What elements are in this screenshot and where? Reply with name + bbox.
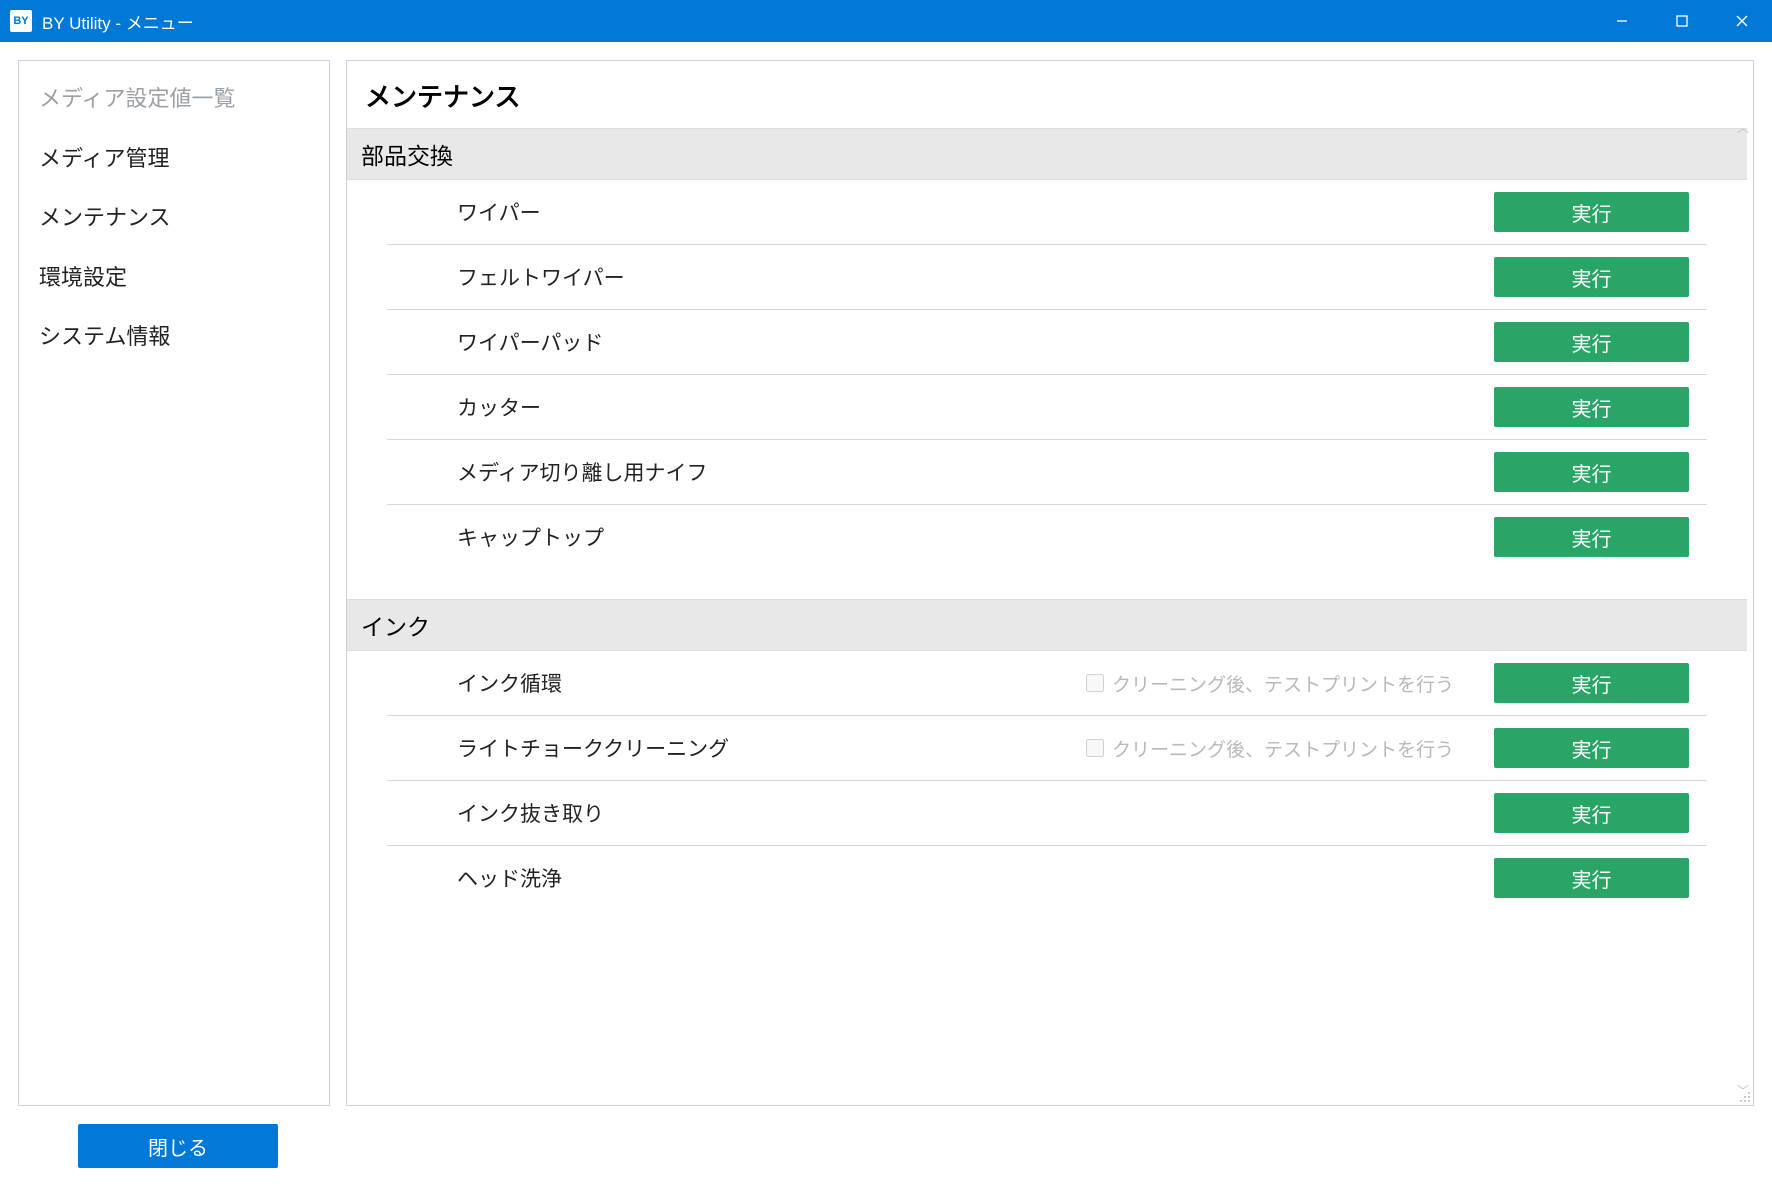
window-title: BY Utility - メニュー xyxy=(42,9,1592,34)
sidebar-item-preferences[interactable]: 環境設定 xyxy=(19,248,329,308)
content: メディア設定値一覧メディア管理メンテナンス環境設定システム情報 メンテナンス 部… xyxy=(0,42,1772,1124)
row-head-wash: ヘッド洗浄実行 xyxy=(387,846,1707,910)
row-head-wash-execute-button[interactable]: 実行 xyxy=(1494,858,1689,898)
row-light-choke-cleaning-checkbox-label: クリーニング後、テストプリントを行う xyxy=(1112,735,1454,762)
row-wiper-pad-label: ワイパーパッド xyxy=(457,327,1474,357)
row-cutter-label: カッター xyxy=(457,392,1474,422)
page-title: メンテナンス xyxy=(347,61,1753,128)
row-media-separation-knife-execute-button[interactable]: 実行 xyxy=(1494,452,1689,492)
row-light-choke-cleaning: ライトチョーククリーニング クリーニング後、テストプリントを行う 実行 xyxy=(387,716,1707,781)
row-light-choke-cleaning-execute-button[interactable]: 実行 xyxy=(1494,728,1689,768)
minimize-button[interactable] xyxy=(1592,0,1652,42)
row-ink-drain-execute-button[interactable]: 実行 xyxy=(1494,793,1689,833)
app-icon: BY xyxy=(10,10,32,32)
row-head-wash-label: ヘッド洗浄 xyxy=(457,863,1474,893)
row-ink-circulation-checkbox-label: クリーニング後、テストプリントを行う xyxy=(1112,670,1454,697)
row-ink-drain: インク抜き取り実行 xyxy=(387,781,1707,846)
row-cap-top-label: キャップトップ xyxy=(457,522,1474,552)
row-felt-wiper-label: フェルトワイパー xyxy=(457,262,1474,292)
resize-grip-icon[interactable] xyxy=(1735,1087,1751,1103)
row-ink-drain-label: インク抜き取り xyxy=(457,798,1474,828)
sidebar-item-media-settings-list: メディア設定値一覧 xyxy=(19,69,329,129)
close-window-button[interactable] xyxy=(1712,0,1772,42)
section-parts-replacement-header: 部品交換 xyxy=(347,128,1747,180)
window-controls xyxy=(1592,0,1772,42)
main-panel: メンテナンス 部品交換ワイパー実行フェルトワイパー実行ワイパーパッド実行カッター… xyxy=(346,60,1754,1106)
row-cutter-execute-button[interactable]: 実行 xyxy=(1494,387,1689,427)
row-felt-wiper: フェルトワイパー実行 xyxy=(387,245,1707,310)
footer: 閉じる xyxy=(0,1124,1772,1186)
sidebar-item-media-management[interactable]: メディア管理 xyxy=(19,129,329,189)
section-parts-replacement: 部品交換ワイパー実行フェルトワイパー実行ワイパーパッド実行カッター実行メディア切… xyxy=(347,128,1747,569)
row-wiper: ワイパー実行 xyxy=(387,180,1707,245)
row-wiper-pad-execute-button[interactable]: 実行 xyxy=(1494,322,1689,362)
maximize-button[interactable] xyxy=(1652,0,1712,42)
sidebar: メディア設定値一覧メディア管理メンテナンス環境設定システム情報 xyxy=(18,60,330,1106)
scroll-area[interactable]: 部品交換ワイパー実行フェルトワイパー実行ワイパーパッド実行カッター実行メディア切… xyxy=(347,128,1753,1105)
sidebar-item-system-info[interactable]: システム情報 xyxy=(19,307,329,367)
row-ink-circulation-checkbox: クリーニング後、テストプリントを行う xyxy=(1086,670,1454,697)
row-light-choke-cleaning-checkbox-input xyxy=(1086,739,1104,757)
row-wiper-pad: ワイパーパッド実行 xyxy=(387,310,1707,375)
row-media-separation-knife: メディア切り離し用ナイフ実行 xyxy=(387,440,1707,505)
row-cap-top: キャップトップ実行 xyxy=(387,505,1707,569)
row-cap-top-execute-button[interactable]: 実行 xyxy=(1494,517,1689,557)
scroll-up-icon: ︿ xyxy=(1737,119,1749,136)
row-media-separation-knife-label: メディア切り離し用ナイフ xyxy=(457,457,1474,487)
row-ink-circulation-execute-button[interactable]: 実行 xyxy=(1494,663,1689,703)
row-felt-wiper-execute-button[interactable]: 実行 xyxy=(1494,257,1689,297)
row-light-choke-cleaning-checkbox: クリーニング後、テストプリントを行う xyxy=(1086,735,1454,762)
row-ink-circulation: インク循環 クリーニング後、テストプリントを行う 実行 xyxy=(387,651,1707,716)
sidebar-item-maintenance[interactable]: メンテナンス xyxy=(19,188,329,248)
row-light-choke-cleaning-label: ライトチョーククリーニング xyxy=(457,733,1066,763)
row-cutter: カッター実行 xyxy=(387,375,1707,440)
section-ink: インクインク循環クリーニング後、テストプリントを行う実行ライトチョーククリーニン… xyxy=(347,599,1747,910)
section-ink-header: インク xyxy=(347,599,1747,651)
row-ink-circulation-label: インク循環 xyxy=(457,668,1066,698)
row-wiper-label: ワイパー xyxy=(457,197,1474,227)
titlebar: BY BY Utility - メニュー xyxy=(0,0,1772,42)
close-button[interactable]: 閉じる xyxy=(78,1124,278,1168)
row-wiper-execute-button[interactable]: 実行 xyxy=(1494,192,1689,232)
row-ink-circulation-checkbox-input xyxy=(1086,674,1104,692)
